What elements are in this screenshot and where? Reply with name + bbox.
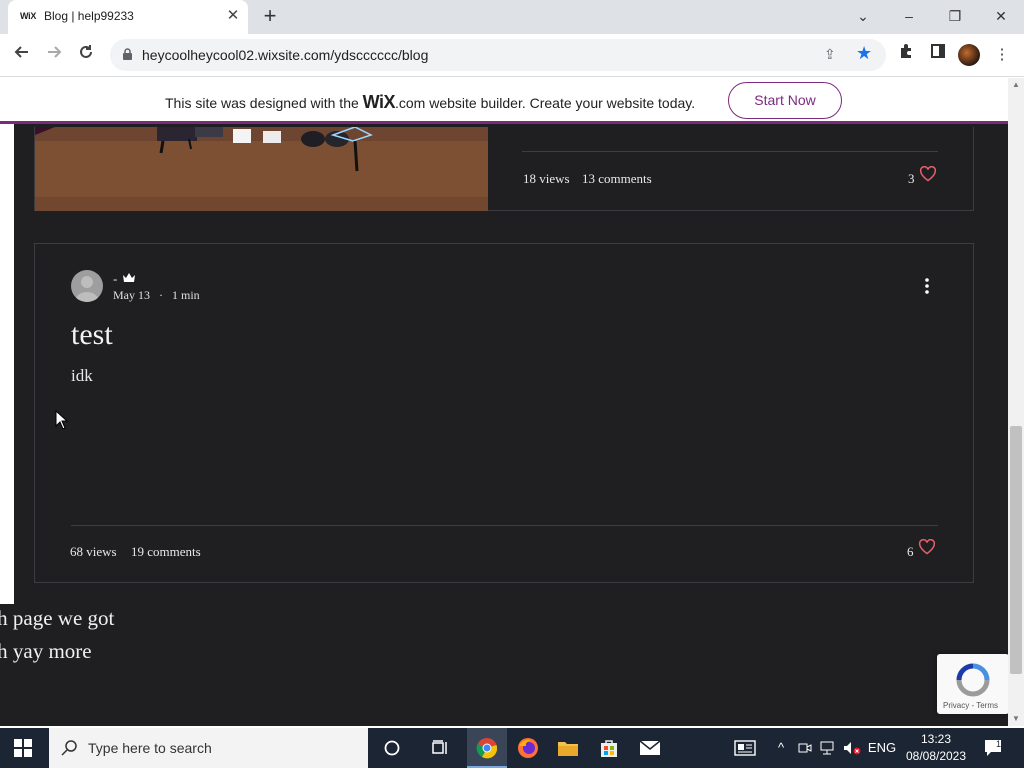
post-divider (71, 525, 938, 526)
minimize-button[interactable]: – (894, 4, 924, 28)
windows-taskbar: Type here to search ^ ENG 13:23 08/08/20… (0, 728, 1024, 768)
profile-avatar[interactable] (958, 44, 980, 66)
show-hidden-icons-chevron-icon[interactable]: ^ (772, 728, 790, 768)
search-icon (61, 740, 77, 756)
wix-favicon-icon: WiX (20, 11, 37, 21)
tab-search-icon[interactable]: ⌄ (848, 4, 878, 28)
volume-muted-icon[interactable] (842, 728, 862, 768)
banner-text-after: .com website builder. Create your websit… (395, 95, 696, 111)
banner-text-before: This site was designed with the (165, 95, 363, 111)
post-excerpt[interactable]: idk (71, 366, 93, 386)
user-silhouette-icon (75, 276, 99, 302)
restore-button[interactable]: ❐ (940, 4, 970, 28)
author-avatar[interactable] (71, 270, 103, 302)
scroll-down-arrow-icon[interactable]: ▼ (1012, 714, 1020, 723)
wix-logo: WiX (362, 92, 396, 112)
post-views: 18 views (523, 171, 570, 186)
recaptcha-badge[interactable]: Privacy - Terms (937, 654, 1008, 714)
forward-arrow-icon (48, 46, 62, 58)
bookmark-star-icon[interactable]: ★ (856, 43, 872, 64)
post-comments[interactable]: 13 comments (582, 171, 652, 187)
reload-icon (80, 45, 92, 58)
wix-banner-message: This site was designed with the WiX.com … (165, 92, 695, 113)
post-divider (522, 151, 938, 152)
browser-tab[interactable]: WiX Blog | help99233 ✕ (8, 0, 248, 34)
scrollbar-thumb[interactable] (1010, 426, 1022, 674)
input-language[interactable]: ENG (866, 728, 898, 768)
url-text[interactable]: heycoolheycool02.wixsite.com/ydscccccc/b… (142, 47, 428, 63)
taskbar-mail[interactable] (630, 728, 670, 768)
recaptcha-links: Privacy - Terms (943, 701, 998, 710)
post-date: May 13 (113, 288, 150, 302)
news-widget-icon[interactable] (732, 728, 758, 768)
chrome-icon (476, 738, 498, 759)
heart-like-icon[interactable] (919, 166, 937, 182)
clock-date: 08/08/2023 (905, 749, 967, 763)
taskbar-firefox[interactable] (508, 728, 548, 768)
admin-crown-icon (123, 273, 135, 282)
reload-button[interactable] (74, 43, 98, 67)
browser-tab-strip: WiX Blog | help99233 ✕ + ⌄ – ❐ ✕ (0, 0, 1024, 34)
page-body-text: iah page we got (0, 606, 115, 630)
more-options-icon[interactable] (917, 276, 937, 296)
share-icon[interactable]: ⇪ (824, 46, 836, 63)
taskbar-search-placeholder: Type here to search (88, 740, 212, 756)
taskbar-chrome[interactable] (467, 728, 507, 768)
post-meta: May 13 · 1 min (113, 288, 200, 303)
page-left-gutter (0, 78, 14, 604)
taskbar-clock[interactable]: 13:23 08/08/2023 (900, 731, 972, 765)
forward-button[interactable] (42, 43, 66, 67)
taskbar-search-box[interactable]: Type here to search (49, 728, 368, 768)
tab-title: Blog | help99233 (44, 9, 134, 23)
extensions-puzzle-icon[interactable] (894, 43, 918, 67)
firefox-icon (518, 738, 538, 758)
post-like-count: 3 (908, 171, 915, 186)
browser-menu-icon[interactable]: ⋮ (990, 43, 1014, 67)
post-views: 68 views (70, 544, 117, 559)
cortana-icon[interactable] (372, 728, 412, 768)
recaptcha-privacy-link[interactable]: Privacy (943, 701, 969, 710)
back-button[interactable] (10, 43, 34, 67)
page-body-text: iah yay more (0, 639, 92, 663)
blog-post-card[interactable]: - May 13 · 1 min test idk 68 views 19 co… (34, 243, 974, 583)
browser-toolbar: heycoolheycool02.wixsite.com/ydscccccc/b… (0, 34, 1024, 77)
lock-icon[interactable] (122, 48, 133, 61)
clock-time: 13:23 (920, 732, 952, 746)
store-bag-icon (601, 740, 617, 757)
task-view-icon[interactable] (420, 728, 460, 768)
network-icon[interactable] (818, 728, 838, 768)
post-like-count: 6 (907, 544, 914, 559)
mail-icon (639, 740, 661, 755)
taskbar-file-explorer[interactable] (548, 728, 588, 768)
post-cover-image[interactable] (35, 127, 488, 211)
blog-post-card[interactable]: 18 views 13 comments 3 (34, 127, 974, 211)
heart-like-icon[interactable] (918, 539, 936, 555)
recaptcha-logo-icon (956, 663, 990, 697)
taskbar-store[interactable] (589, 728, 629, 768)
folder-icon (558, 742, 578, 756)
side-panel-icon[interactable] (926, 43, 950, 67)
scroll-up-arrow-icon[interactable]: ▲ (1012, 80, 1020, 89)
meet-now-icon[interactable] (796, 728, 814, 768)
notification-center-icon[interactable]: 1 (980, 728, 1008, 768)
wix-promo-banner: This site was designed with the WiX.com … (0, 78, 1008, 124)
address-bar[interactable]: heycoolheycool02.wixsite.com/ydscccccc/b… (110, 39, 886, 71)
new-tab-button[interactable]: + (259, 4, 281, 28)
window-close-button[interactable]: ✕ (986, 4, 1016, 28)
windows-start-icon[interactable] (14, 739, 32, 757)
post-comments[interactable]: 19 comments (131, 544, 201, 560)
back-arrow-icon (14, 46, 28, 58)
post-title[interactable]: test (71, 318, 113, 352)
recaptcha-terms-link[interactable]: Terms (976, 701, 998, 710)
start-now-button[interactable]: Start Now (728, 82, 842, 119)
tab-close-icon[interactable]: ✕ (224, 6, 242, 26)
page-viewport: 18 views 13 comments 3 - May 13 · 1 min … (0, 78, 1008, 726)
post-read-time: 1 min (172, 288, 200, 302)
meta-separator-dot: · (153, 288, 169, 302)
notification-count: 1 (996, 739, 1002, 749)
mouse-cursor-icon (55, 410, 69, 430)
author-name[interactable]: - (113, 271, 117, 287)
page-scrollbar[interactable]: ▲ ▼ (1008, 78, 1024, 726)
